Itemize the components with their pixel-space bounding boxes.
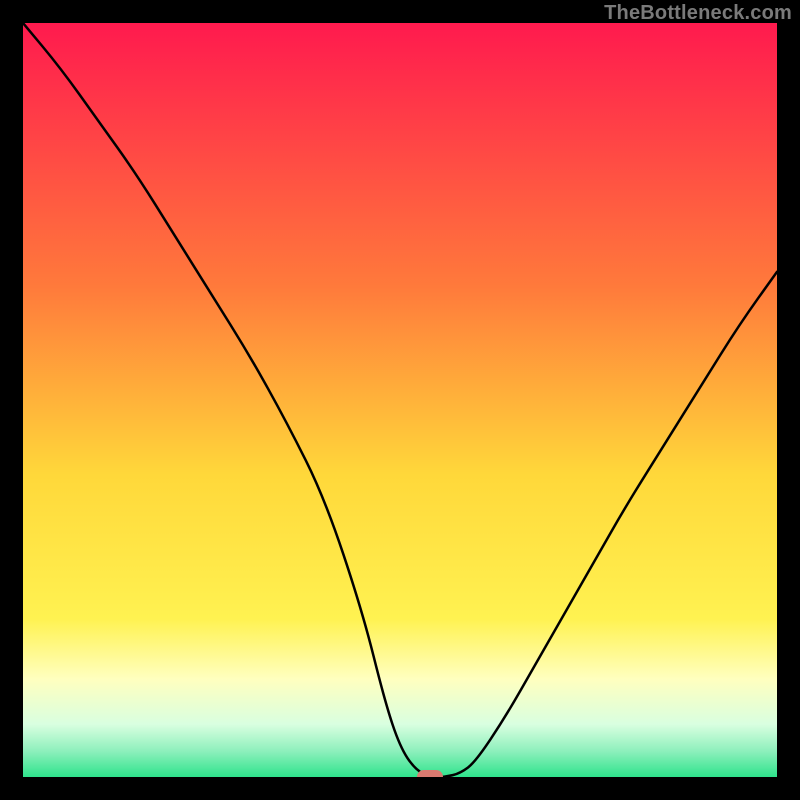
watermark-text: TheBottleneck.com: [604, 2, 792, 25]
plot-area: [23, 23, 777, 777]
chart-frame: TheBottleneck.com: [0, 0, 800, 800]
gradient-background: [23, 23, 777, 777]
chart-svg: [23, 23, 777, 777]
optimal-point-marker: [417, 770, 443, 777]
